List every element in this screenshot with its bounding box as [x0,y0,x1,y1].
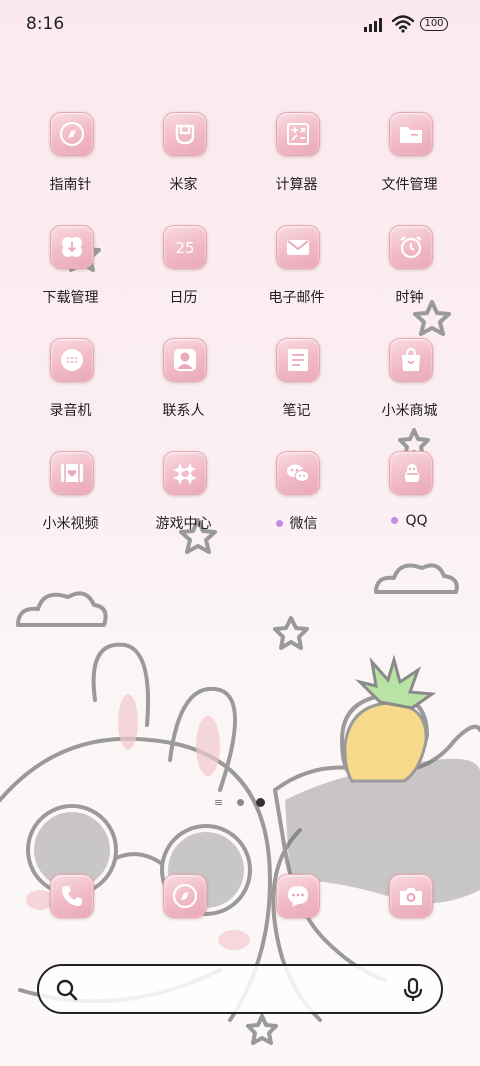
alarm-clock-icon [400,236,422,259]
wechat-icon [287,464,310,482]
wifi-icon [392,15,414,33]
page-dot [237,799,244,806]
notification-dot [391,516,399,524]
mijia-icon [175,124,195,145]
recorder-icon [61,349,83,371]
menu-lines-icon: ≡ [214,796,224,809]
app-mi-store[interactable]: 小米商城 [353,336,466,432]
search-icon [56,979,78,1001]
dock-messages[interactable] [240,874,353,922]
app-label: 小米商城 [381,403,438,419]
calendar-icon: 25 [175,239,194,257]
app-label: 录音机 [49,403,92,419]
app-label: 时钟 [395,290,424,306]
app-label: 联系人 [162,403,205,419]
app-label: 米家 [169,177,198,193]
app-label: 指南针 [49,177,92,193]
camera-icon [400,888,422,905]
app-mijia[interactable]: 米家 [127,110,240,206]
mail-icon [287,240,309,255]
calculator-icon [287,123,309,145]
app-label: QQ [353,513,466,529]
page-indicator[interactable]: ≡ [210,796,274,810]
search-bar[interactable] [37,964,443,1014]
app-label: 文件管理 [381,177,438,193]
app-recorder[interactable]: 录音机 [14,336,127,432]
compass-icon [59,121,85,147]
page-dot-active [256,798,265,807]
app-label: 电子邮件 [268,290,325,306]
app-label: 计算器 [275,177,318,193]
app-contacts[interactable]: 联系人 [127,336,240,432]
app-qq[interactable]: QQ [353,449,466,545]
messages-icon [288,886,308,907]
phone-icon [62,886,82,906]
contact-icon [174,349,196,371]
app-compass[interactable]: 指南针 [14,110,127,206]
app-download-manager[interactable]: 下载管理 [14,223,127,319]
app-file-manager[interactable]: 文件管理 [353,110,466,206]
notification-dot [275,519,283,527]
download-icon [62,237,82,257]
browser-icon [172,883,198,909]
notes-icon [288,349,308,371]
app-label: 游戏中心 [155,516,212,532]
svg-text:25: 25 [175,239,194,257]
status-time: 8:16 [26,14,65,34]
qq-icon [404,464,420,482]
video-icon [61,464,83,482]
status-bar: 8:16 100 [0,0,480,50]
app-label: 小米视频 [42,516,99,532]
dock [14,874,466,922]
app-game-center[interactable]: 游戏中心 [127,449,240,545]
dock-phone[interactable] [14,874,127,922]
app-email[interactable]: 电子邮件 [240,223,353,319]
signal-icon [364,18,382,32]
app-label: 日历 [169,290,198,306]
game-center-icon [173,462,197,485]
app-label: 微信 [240,513,353,533]
battery-indicator: 100 [420,17,448,31]
folder-icon [400,127,422,143]
microphone-icon[interactable] [401,977,425,1003]
app-label: 笔记 [282,403,311,419]
app-wechat[interactable]: 微信 [240,449,353,545]
app-label: 下载管理 [42,290,99,306]
search-input[interactable] [91,976,395,1004]
dock-camera[interactable] [353,874,466,922]
app-calculator[interactable]: 计算器 [240,110,353,206]
app-calendar[interactable]: 25 日历 [127,223,240,319]
shopping-bag-icon [402,347,420,371]
app-clock[interactable]: 时钟 [353,223,466,319]
app-notes[interactable]: 笔记 [240,336,353,432]
app-mi-video[interactable]: 小米视频 [14,449,127,545]
dock-browser[interactable] [127,874,240,922]
